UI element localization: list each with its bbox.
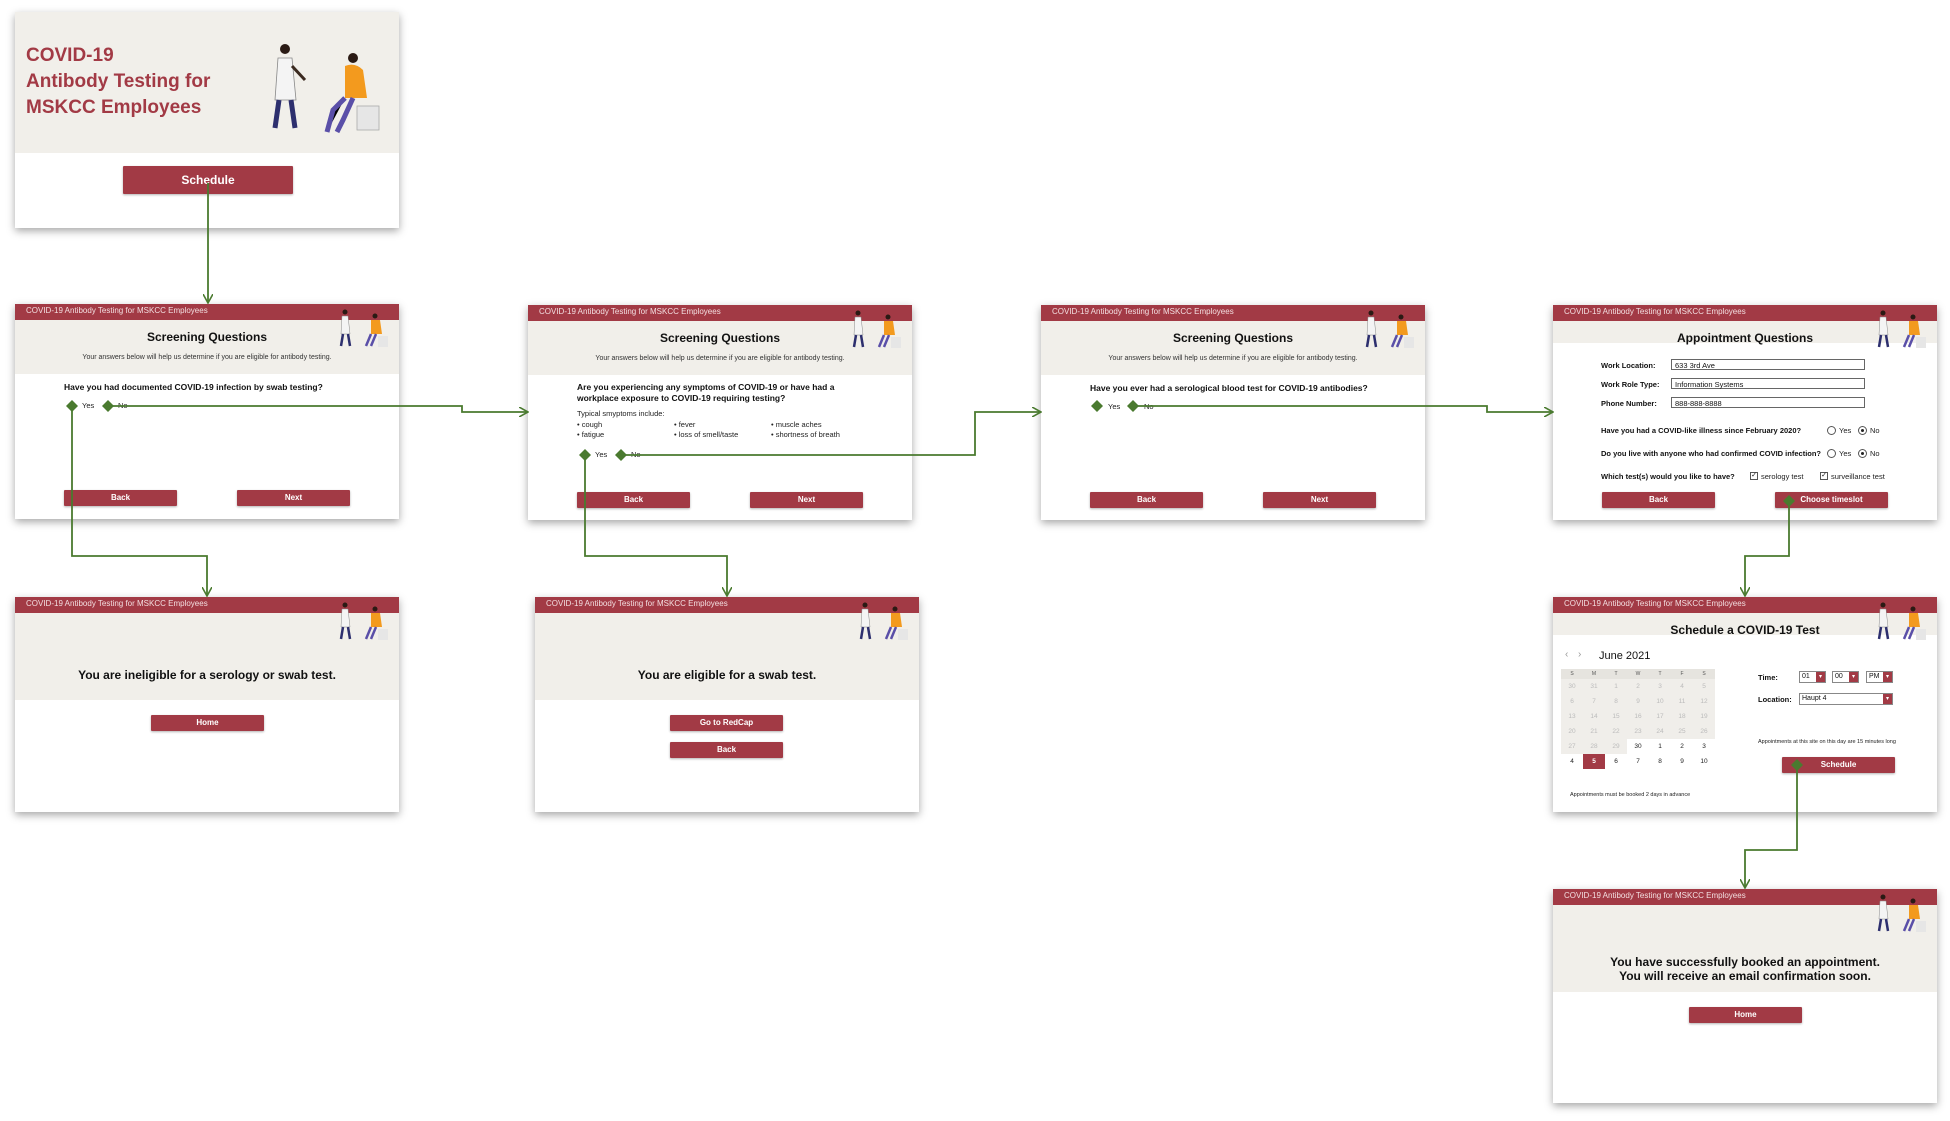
flow-arrow-q1-yes-to-ineligible (71, 406, 207, 595)
flow-node-q2-yes (579, 449, 591, 461)
flow-node-schedule (1791, 759, 1803, 771)
flow-arrow-q2-yes-to-eligible (584, 455, 727, 595)
flow-node-choose-timeslot (1783, 495, 1795, 507)
flow-node-q3-yes (1091, 400, 1103, 412)
flow-arrow-q2-no-to-q3 (621, 412, 1040, 456)
flow-arrow-q1-no-to-q2 (108, 405, 527, 412)
flow-node-q3-no (1127, 400, 1139, 412)
flow-node-q1-no (102, 400, 114, 412)
flow-arrow-schedule-to-confirmation (1745, 765, 1798, 887)
flow-arrow-q3-no-to-appointment (1133, 405, 1552, 412)
flow-arrow-appointment-to-schedule (1745, 500, 1790, 595)
flow-node-q1-yes (66, 400, 78, 412)
flow-node-q2-no (615, 449, 627, 461)
flow-connectors (66, 183, 1803, 1121)
